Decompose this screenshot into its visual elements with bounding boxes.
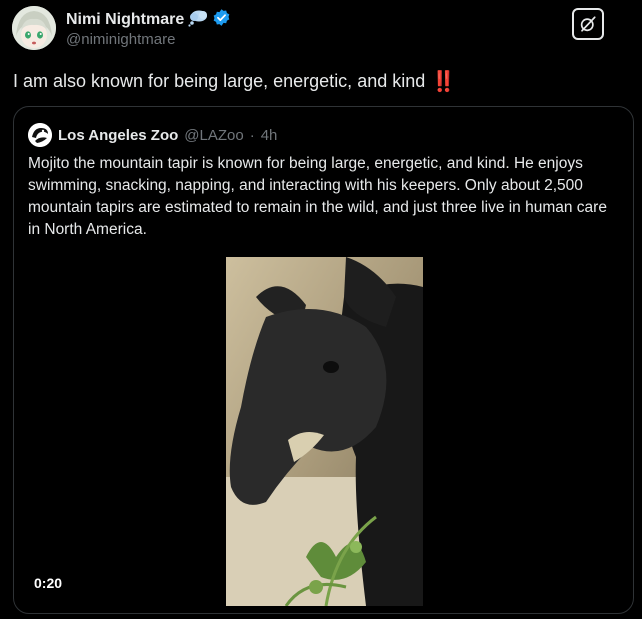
video-player[interactable]	[226, 257, 423, 606]
author-handle[interactable]: @niminightmare	[66, 31, 175, 48]
tapir-video-thumbnail	[226, 257, 423, 606]
verified-badge-icon	[212, 8, 231, 32]
tweet-text: I am also known for being large, energet…	[13, 69, 456, 94]
quoted-handle[interactable]: @LAZoo	[184, 127, 243, 144]
grok-icon	[580, 16, 596, 32]
grok-button[interactable]	[572, 8, 604, 40]
tweet-body: I am also known for being large, energet…	[13, 71, 426, 91]
quoted-display-name[interactable]: Los Angeles Zoo	[58, 127, 178, 144]
double-exclamation-emoji: ‼️	[431, 71, 456, 93]
video-duration-badge: 0:20	[28, 573, 69, 593]
author-display-name[interactable]: Nimi Nightmare	[66, 11, 184, 29]
quoted-author-avatar[interactable]	[28, 123, 52, 147]
thought-bubble-icon	[188, 9, 208, 32]
anime-girl-avatar-icon	[12, 6, 56, 50]
quoted-timestamp[interactable]: 4h	[261, 127, 278, 144]
separator-dot: ·	[249, 126, 255, 144]
la-zoo-logo-icon	[28, 123, 52, 147]
quoted-tweet-text: Mojito the mountain tapir is known for b…	[28, 155, 607, 238]
author-avatar[interactable]	[12, 6, 56, 50]
quoted-tweet-card[interactable]: Los Angeles Zoo @LAZoo · 4h Mojito the m…	[13, 106, 634, 614]
author-name-row: Nimi Nightmare	[66, 8, 231, 32]
quoted-tweet-header: Los Angeles Zoo @LAZoo · 4h	[28, 123, 277, 147]
